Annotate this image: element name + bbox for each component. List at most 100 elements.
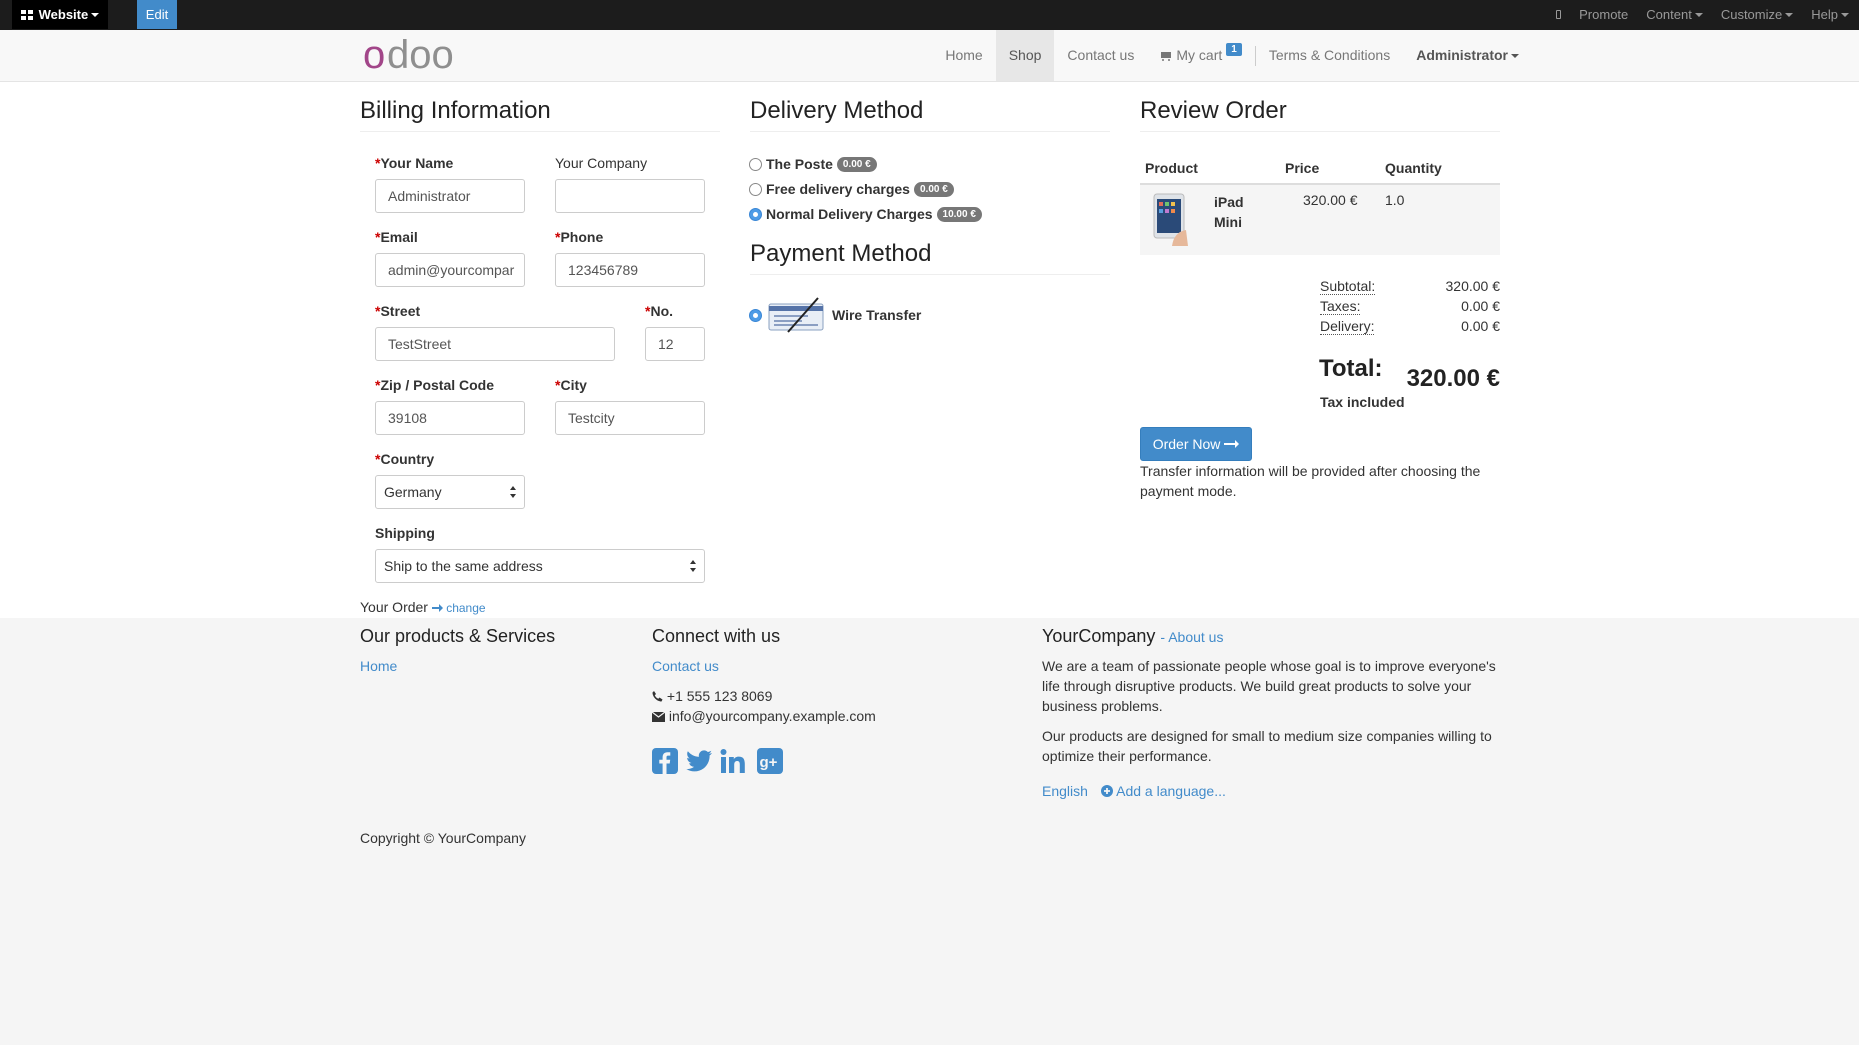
delivery-title: Delivery Method: [750, 97, 1110, 132]
shipping-select[interactable]: Ship to the same address: [375, 549, 705, 583]
user-menu[interactable]: Administrator: [1403, 30, 1532, 81]
zip-label-text: Zip / Postal Code: [380, 377, 495, 393]
payment-option-label: Wire Transfer: [832, 307, 922, 323]
twitter-icon[interactable]: [686, 748, 712, 774]
country-select[interactable]: Germany: [375, 475, 525, 509]
logo-text-doo: doo: [387, 36, 454, 76]
footer-about-link[interactable]: - About us: [1160, 629, 1223, 645]
phone-icon: [652, 691, 663, 702]
payment-option-wire[interactable]: Wire Transfer: [749, 294, 921, 336]
product-price: 320.00 €: [1303, 192, 1358, 208]
col-product: Product: [1145, 160, 1198, 176]
street-number-input[interactable]: 12: [645, 327, 705, 361]
radio-selected-icon[interactable]: [749, 308, 762, 322]
col-price: Price: [1285, 160, 1320, 176]
linkedin-icon[interactable]: [720, 748, 746, 774]
product-quantity: 1.0: [1385, 192, 1405, 208]
nav-contact[interactable]: Contact us: [1054, 30, 1147, 81]
mobile-preview-icon[interactable]: [1556, 10, 1562, 19]
zip-input[interactable]: 39108: [375, 401, 525, 435]
admin-menu: Promote Content Customize Help: [1556, 0, 1849, 29]
radio-icon[interactable]: [749, 157, 762, 171]
order-now-button[interactable]: Order Now: [1140, 427, 1252, 461]
order-table-header: Product Price Quantity: [1140, 156, 1500, 185]
your-order-label: Your Order: [360, 599, 428, 615]
delivery-option-poste[interactable]: The Poste 0.00 €: [749, 156, 877, 172]
country-label-text: Country: [380, 451, 435, 467]
footer-contact-link[interactable]: Contact us: [652, 658, 719, 674]
nav-cart[interactable]: My cart 1: [1147, 30, 1254, 81]
footer-home-link[interactable]: Home: [360, 658, 397, 674]
country-label: *Country: [375, 451, 435, 467]
city-input[interactable]: Testcity: [555, 401, 705, 435]
delivery-option-normal[interactable]: Normal Delivery Charges 10.00 €: [749, 206, 982, 222]
taxes-value: 0.00 €: [1461, 298, 1500, 314]
odoo-logo[interactable]: o doo: [363, 36, 473, 76]
caret-down-icon: [1785, 13, 1794, 17]
website-menu-label: Website: [38, 7, 89, 22]
product-name[interactable]: iPad Mini: [1214, 192, 1244, 232]
subtotal-label: Subtotal:: [1320, 278, 1376, 295]
delivery-option-label: Free delivery charges: [766, 181, 910, 197]
product-name-line-2: Mini: [1214, 214, 1242, 230]
company-input[interactable]: [555, 179, 705, 213]
help-menu[interactable]: Help: [1811, 7, 1849, 22]
nav-terms[interactable]: Terms & Conditions: [1256, 30, 1403, 81]
street-number-label: *No.: [645, 303, 674, 319]
phone-input[interactable]: 123456789: [555, 253, 705, 287]
delivery-option-free[interactable]: Free delivery charges 0.00 €: [749, 181, 954, 197]
caret-down-icon: [1841, 13, 1849, 17]
shipping-select-value: Ship to the same address: [384, 558, 543, 574]
language-english[interactable]: English: [1042, 783, 1088, 799]
street-input[interactable]: TestStreet: [375, 327, 615, 361]
plus-circle-icon: [1101, 785, 1113, 797]
taxes-label: Taxes:: [1320, 298, 1361, 315]
email-label: *Email: [375, 229, 418, 245]
footer-phone-text: +1 555 123 8069: [666, 688, 773, 704]
footer-products-title: Our products & Services: [360, 626, 556, 646]
radio-selected-icon[interactable]: [749, 207, 762, 221]
wire-transfer-icon: [768, 297, 824, 333]
nav-shop[interactable]: Shop: [995, 30, 1055, 81]
change-link[interactable]: change: [431, 601, 486, 615]
add-language-label: Add a language...: [1116, 783, 1226, 799]
facebook-icon[interactable]: [652, 748, 678, 774]
arrow-right-icon: [431, 604, 443, 612]
your-order-row: Your Order change: [360, 599, 486, 615]
content-menu[interactable]: Content: [1646, 7, 1703, 22]
product-image[interactable]: [1152, 192, 1188, 246]
footer-phone: +1 555 123 8069: [652, 686, 772, 706]
add-language-link[interactable]: Add a language...: [1101, 783, 1226, 799]
radio-icon[interactable]: [749, 182, 762, 196]
name-label-text: Your Name: [380, 155, 454, 171]
content-menu-label: Content: [1646, 7, 1692, 22]
name-label: *Your Name: [375, 155, 454, 171]
nav-home[interactable]: Home: [932, 30, 995, 81]
order-line: iPad Mini 320.00 € 1.0: [1140, 185, 1500, 255]
email-input[interactable]: admin@yourcompar: [375, 253, 525, 287]
product-name-line-1: iPad: [1214, 194, 1244, 210]
long-arrow-right-icon: [1224, 440, 1240, 448]
website-menu-button[interactable]: Website: [12, 0, 109, 29]
shipping-label: Shipping: [375, 525, 435, 541]
copyright: Copyright © YourCompany: [360, 830, 526, 846]
zip-label: *Zip / Postal Code: [375, 377, 495, 393]
name-input[interactable]: Administrator: [375, 179, 525, 213]
customize-menu-label: Customize: [1720, 7, 1783, 22]
edit-button[interactable]: Edit: [137, 0, 177, 29]
promote-menu[interactable]: Promote: [1579, 7, 1628, 22]
caret-down-icon: [1511, 54, 1519, 58]
caret-down-icon: [1694, 13, 1703, 17]
city-label: *City: [555, 377, 587, 393]
delivery-label: Delivery:: [1320, 318, 1375, 335]
cart-count-badge: 1: [1226, 43, 1242, 56]
footer-company-name: YourCompany: [1042, 626, 1156, 646]
footer-connect-title: Connect with us: [652, 626, 781, 646]
total-value: 320.00 €: [1406, 365, 1500, 392]
user-menu-label: Administrator: [1416, 47, 1508, 63]
price-badge: 0.00 €: [836, 156, 877, 172]
price-badge: 10.00 €: [936, 206, 982, 222]
google-plus-icon[interactable]: g+: [757, 748, 783, 774]
customize-menu[interactable]: Customize: [1720, 7, 1794, 22]
company-label: Your Company: [555, 155, 648, 171]
